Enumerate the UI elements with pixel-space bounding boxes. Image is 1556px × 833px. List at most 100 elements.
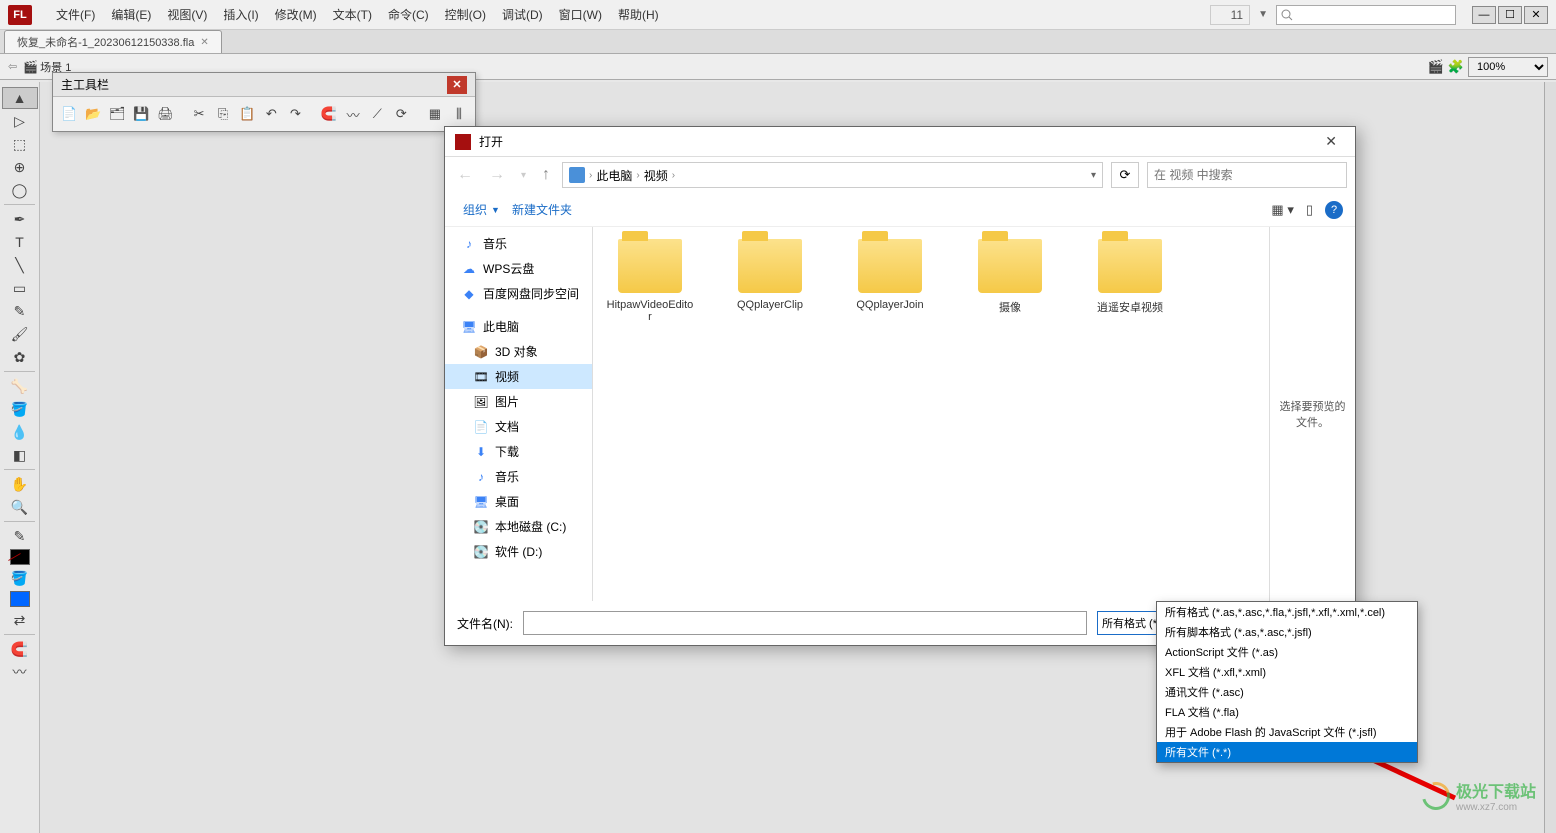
filetype-option[interactable]: XFL 文档 (*.xfl,*.xml) bbox=[1157, 662, 1417, 682]
hand-tool[interactable]: ✋ bbox=[2, 473, 38, 495]
menu-debug[interactable]: 调试(D) bbox=[494, 2, 551, 27]
organize-button[interactable]: 组织 ▼ bbox=[457, 197, 506, 222]
browse-icon[interactable]: 🗂 bbox=[107, 103, 127, 125]
eraser-tool[interactable]: ◧ bbox=[2, 444, 38, 466]
edit-scene-icon[interactable]: 🎬 bbox=[1428, 59, 1444, 75]
breadcrumb[interactable]: › 此电脑 › 视频 › ▾ bbox=[562, 162, 1103, 188]
dialog-search-input[interactable] bbox=[1147, 162, 1347, 188]
menu-file[interactable]: 文件(F) bbox=[48, 2, 103, 27]
sidebar-item-wps[interactable]: ☁WPS云盘 bbox=[445, 256, 592, 281]
smooth-icon[interactable]: 〰 bbox=[2, 661, 38, 683]
filetype-option[interactable]: 所有脚本格式 (*.as,*.asc,*.jsfl) bbox=[1157, 622, 1417, 642]
nav-back-icon[interactable]: ← bbox=[453, 162, 477, 188]
sidebar-item-documents[interactable]: 📄文档 bbox=[445, 414, 592, 439]
layout-dropdown-icon[interactable]: ▼ bbox=[1258, 9, 1268, 20]
file-list[interactable]: HitpawVideoEditor QQplayerClip QQplayerJ… bbox=[593, 227, 1269, 601]
scene-back-icon[interactable]: ⇦ bbox=[8, 60, 17, 73]
breadcrumb-current[interactable]: 视频 bbox=[644, 167, 668, 184]
sidebar-item-music2[interactable]: ♪音乐 bbox=[445, 464, 592, 489]
filename-input[interactable] bbox=[523, 611, 1087, 635]
line-tool[interactable]: ╲ bbox=[2, 254, 38, 276]
folder-item[interactable]: QQplayerJoin bbox=[845, 239, 935, 323]
dialog-close-button[interactable]: ✕ bbox=[1317, 131, 1345, 152]
filetype-option-all[interactable]: 所有文件 (*.*) bbox=[1157, 742, 1417, 762]
breadcrumb-root[interactable]: 此电脑 bbox=[596, 167, 632, 184]
nav-recent-icon[interactable]: ▾ bbox=[517, 166, 530, 185]
filetype-option[interactable]: 通讯文件 (*.asc) bbox=[1157, 682, 1417, 702]
distribute-icon[interactable]: ⫼ bbox=[449, 103, 469, 125]
sidebar-item-pictures[interactable]: 🖼图片 bbox=[445, 389, 592, 414]
fill-color-picker[interactable]: 🪣 bbox=[2, 567, 38, 589]
new-file-icon[interactable]: 📄 bbox=[59, 103, 79, 125]
paint-bucket-tool[interactable]: 🪣 bbox=[2, 398, 38, 420]
refresh-button[interactable]: ⟳ bbox=[1111, 162, 1139, 188]
preview-pane-button[interactable]: ▯ bbox=[1306, 202, 1313, 218]
folder-item[interactable]: QQplayerClip bbox=[725, 239, 815, 323]
folder-item[interactable]: 逍遥安卓视频 bbox=[1085, 239, 1175, 323]
panel-close-button[interactable]: ✕ bbox=[447, 76, 467, 94]
brush-tool[interactable]: 🖌 bbox=[2, 323, 38, 345]
text-tool[interactable]: T bbox=[2, 231, 38, 253]
open-file-icon[interactable]: 📂 bbox=[83, 103, 103, 125]
zoom-tool[interactable]: 🔍 bbox=[2, 496, 38, 518]
document-tab[interactable]: 恢复_未命名-1_20230612150338.fla ✕ bbox=[4, 30, 222, 53]
deco-tool[interactable]: ✿ bbox=[2, 346, 38, 368]
sidebar-item-thispc[interactable]: 🖥此电脑 bbox=[445, 314, 592, 339]
folder-item[interactable]: 摄像 bbox=[965, 239, 1055, 323]
vertical-scrollbar[interactable] bbox=[1544, 82, 1556, 833]
free-transform-tool[interactable]: ⬚ bbox=[2, 133, 38, 155]
sidebar-item-music[interactable]: ♪音乐 bbox=[445, 231, 592, 256]
redo-icon[interactable]: ↷ bbox=[285, 103, 305, 125]
snap-icon[interactable]: 🧲 bbox=[319, 103, 339, 125]
swap-colors-icon[interactable]: ⇄ bbox=[2, 609, 38, 631]
dialog-titlebar[interactable]: 打开 ✕ bbox=[445, 127, 1355, 157]
undo-icon[interactable]: ↶ bbox=[261, 103, 281, 125]
edit-symbols-icon[interactable]: 🧩 bbox=[1448, 59, 1464, 75]
main-toolbar-panel[interactable]: 主工具栏 ✕ 📄 📂 🗂 💾 🖨 ✂ ⎘ 📋 ↶ ↷ 🧲 〰 ⟋ ⟳ ▦ ⫼ bbox=[52, 72, 476, 132]
new-folder-button[interactable]: 新建文件夹 bbox=[506, 197, 578, 222]
menu-insert[interactable]: 插入(I) bbox=[215, 2, 266, 27]
stroke-color-picker[interactable]: ✎ bbox=[2, 525, 38, 547]
menu-text[interactable]: 文本(T) bbox=[325, 2, 380, 27]
window-close-button[interactable]: ✕ bbox=[1524, 6, 1548, 24]
help-icon[interactable]: ? bbox=[1325, 201, 1343, 219]
filetype-option[interactable]: 所有格式 (*.as,*.asc,*.fla,*.jsfl,*.xfl,*.xm… bbox=[1157, 602, 1417, 622]
tab-close-icon[interactable]: ✕ bbox=[200, 37, 208, 48]
sidebar-item-drive-d[interactable]: 💽软件 (D:) bbox=[445, 539, 592, 564]
filetype-option[interactable]: ActionScript 文件 (*.as) bbox=[1157, 642, 1417, 662]
sidebar-item-videos[interactable]: 🎞视频 bbox=[445, 364, 592, 389]
3d-rotation-tool[interactable]: ⊕ bbox=[2, 156, 38, 178]
menu-control[interactable]: 控制(O) bbox=[437, 2, 494, 27]
sidebar-item-desktop[interactable]: 🖥桌面 bbox=[445, 489, 592, 514]
rectangle-tool[interactable]: ▭ bbox=[2, 277, 38, 299]
menu-help[interactable]: 帮助(H) bbox=[610, 2, 667, 27]
subselection-tool[interactable]: ▷ bbox=[2, 110, 38, 132]
sidebar-item-downloads[interactable]: ⬇下载 bbox=[445, 439, 592, 464]
smooth-option-icon[interactable]: 〰 bbox=[343, 103, 363, 125]
help-search-input[interactable] bbox=[1276, 5, 1456, 25]
cut-icon[interactable]: ✂ bbox=[189, 103, 209, 125]
stroke-color-swatch[interactable] bbox=[10, 549, 30, 565]
bone-tool[interactable]: 🦴 bbox=[2, 375, 38, 397]
eyedropper-tool[interactable]: 💧 bbox=[2, 421, 38, 443]
nav-forward-icon[interactable]: → bbox=[485, 162, 509, 188]
copy-icon[interactable]: ⎘ bbox=[213, 103, 233, 125]
window-minimize-button[interactable]: — bbox=[1472, 6, 1496, 24]
menu-command[interactable]: 命令(C) bbox=[380, 2, 437, 27]
snap-to-objects-icon[interactable]: 🧲 bbox=[2, 638, 38, 660]
panel-header[interactable]: 主工具栏 ✕ bbox=[53, 73, 475, 97]
folder-item[interactable]: HitpawVideoEditor bbox=[605, 239, 695, 323]
view-mode-button[interactable]: ▦ ▾ bbox=[1271, 202, 1293, 218]
lasso-tool[interactable]: ◯ bbox=[2, 179, 38, 201]
sidebar-item-3dobjects[interactable]: 📦3D 对象 bbox=[445, 339, 592, 364]
pen-tool[interactable]: ✒ bbox=[2, 208, 38, 230]
print-icon[interactable]: 🖨 bbox=[155, 103, 175, 125]
menu-edit[interactable]: 编辑(E) bbox=[103, 2, 159, 27]
nav-up-icon[interactable]: ↑ bbox=[538, 162, 554, 188]
filetype-option[interactable]: 用于 Adobe Flash 的 JavaScript 文件 (*.jsfl) bbox=[1157, 722, 1417, 742]
rotate-icon[interactable]: ⟳ bbox=[391, 103, 411, 125]
paste-icon[interactable]: 📋 bbox=[237, 103, 257, 125]
pencil-tool[interactable]: ✎ bbox=[2, 300, 38, 322]
menu-modify[interactable]: 修改(M) bbox=[267, 2, 325, 27]
menu-view[interactable]: 视图(V) bbox=[159, 2, 215, 27]
